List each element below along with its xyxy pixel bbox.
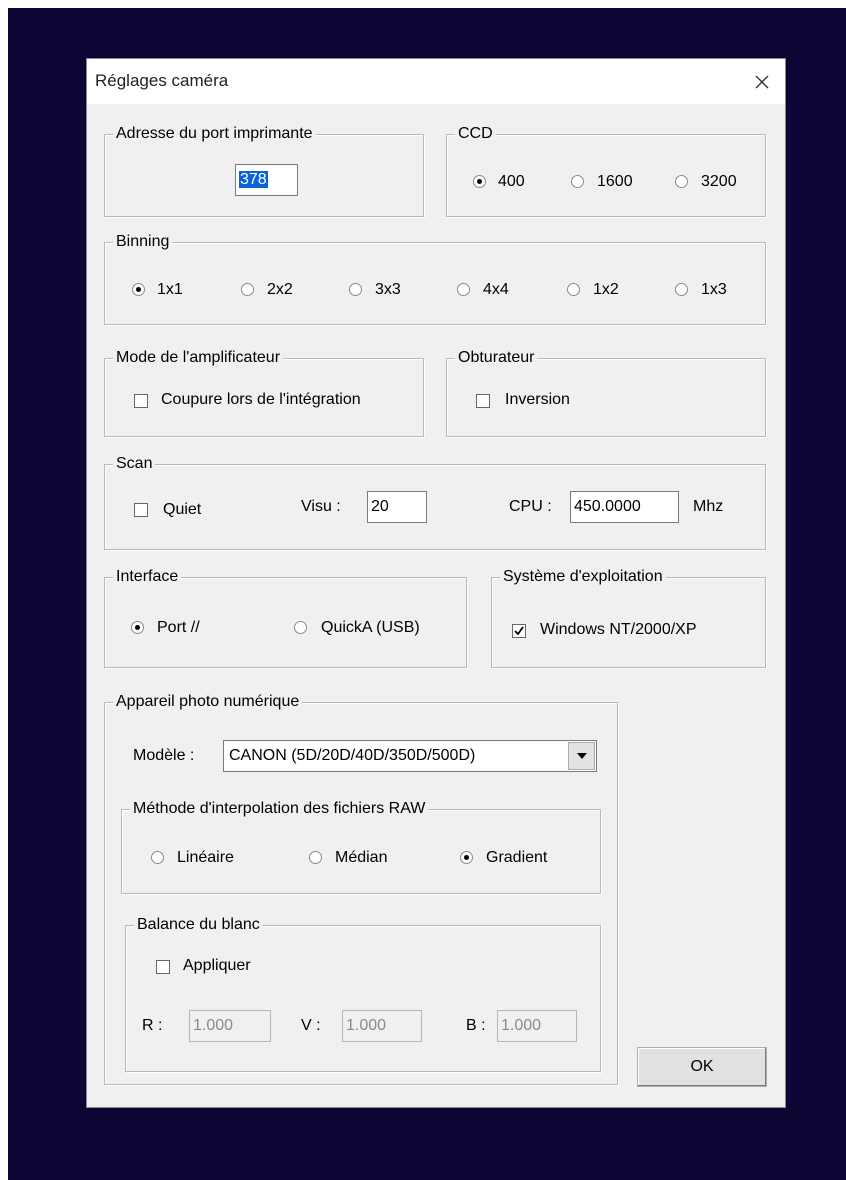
camera-model-select[interactable]: CANON (5D/20D/40D/350D/500D) [223,740,597,772]
wb-v-value: 1.000 [346,1017,387,1034]
wb-b-label: B : [466,1017,486,1034]
shutter-inversion-checkbox[interactable] [476,394,490,408]
binning-label-2x2: 2x2 [267,281,293,298]
amplifier-cut-checkbox[interactable] [134,394,148,408]
interface-label-port: Port // [157,619,200,636]
interp-label-lineaire: Linéaire [177,849,234,866]
scan-group: Scan Quiet Visu : 20 CPU : 450.0000 Mhz [104,454,766,550]
interface-label-usb: QuickA (USB) [321,619,420,636]
scan-visu-label: Visu : [301,498,341,515]
wb-r-input[interactable]: 1.000 [189,1010,271,1042]
scan-quiet-checkbox[interactable] [134,503,148,517]
scan-cpu-input[interactable]: 450.0000 [570,491,679,523]
binning-label-3x3: 3x3 [375,281,401,298]
interp-label-median: Médian [335,849,388,866]
amplifier-cut-label: Coupure lors de l'intégration [161,391,361,408]
interp-radio-gradient[interactable] [460,851,473,864]
interface-group: Interface Port // QuickA (USB) [104,567,467,668]
os-legend: Système d'exploitation [500,567,666,587]
close-icon [755,75,769,88]
scan-legend: Scan [113,454,156,474]
camera-model-label: Modèle : [133,747,195,764]
binning-radio-4x4[interactable] [457,283,470,296]
shutter-group: Obturateur Inversion [446,348,766,437]
ccd-legend: CCD [455,124,496,144]
wb-r-label: R : [142,1017,163,1034]
wb-v-label: V : [301,1017,321,1034]
printer-port-group: Adresse du port imprimante 378 [104,124,424,217]
os-group: Système d'exploitation Windows NT/2000/X… [491,567,766,668]
camera-settings-dialog: Réglages caméra Adresse du port impriman… [86,58,786,1108]
shutter-legend: Obturateur [455,348,538,368]
ccd-group: CCD 400 1600 3200 [446,124,766,217]
binning-radio-2x2[interactable] [241,283,254,296]
scan-visu-input[interactable]: 20 [367,491,427,523]
wb-b-value: 1.000 [501,1017,542,1034]
raw-interpolation-legend: Méthode d'interpolation des fichiers RAW [130,799,429,819]
ccd-radio-1600[interactable] [571,175,584,188]
scan-quiet-label: Quiet [163,501,202,518]
binning-label-4x4: 4x4 [483,281,509,298]
ccd-label-1600: 1600 [597,173,633,190]
digital-camera-group: Appareil photo numérique Modèle : CANON … [104,692,618,1085]
ok-button[interactable]: OK [637,1047,767,1087]
interp-label-gradient: Gradient [486,849,548,866]
chevron-down-icon [576,753,587,759]
binning-radio-3x3[interactable] [349,283,362,296]
os-windows-label: Windows NT/2000/XP [540,621,697,638]
window-title: Réglages caméra [95,71,229,90]
binning-label-1x3: 1x3 [701,281,727,298]
camera-model-value: CANON (5D/20D/40D/350D/500D) [229,747,476,764]
scan-cpu-value: 450.0000 [574,498,641,515]
shutter-inversion-label: Inversion [505,391,570,408]
scan-cpu-label: CPU : [509,498,552,515]
binning-legend: Binning [113,232,173,252]
ccd-radio-400[interactable] [473,175,486,188]
wb-r-value: 1.000 [193,1017,234,1034]
binning-radio-1x3[interactable] [675,283,688,296]
white-balance-apply-label: Appliquer [183,957,251,974]
raw-interpolation-group: Méthode d'interpolation des fichiers RAW… [121,799,601,894]
binning-group: Binning 1x1 2x2 3x3 4x4 1x2 1x3 [104,232,766,325]
wb-b-input[interactable]: 1.000 [497,1010,577,1042]
interp-radio-lineaire[interactable] [151,851,164,864]
ccd-label-400: 400 [498,173,525,190]
amplifier-mode-legend: Mode de l'amplificateur [113,348,284,368]
model-dropdown-button[interactable] [568,742,595,770]
interface-legend: Interface [113,567,182,587]
ccd-label-3200: 3200 [701,173,737,190]
white-balance-legend: Balance du blanc [134,915,263,935]
interp-radio-median[interactable] [309,851,322,864]
binning-label-1x1: 1x1 [157,281,183,298]
digital-camera-legend: Appareil photo numérique [113,692,303,712]
white-balance-group: Balance du blanc Appliquer R : 1.000 V :… [125,915,601,1072]
binning-radio-1x2[interactable] [567,283,580,296]
title-bar: Réglages caméra [87,59,785,104]
printer-port-legend: Adresse du port imprimante [113,124,316,144]
os-windows-checkbox[interactable] [512,624,526,638]
white-balance-apply-checkbox[interactable] [156,960,170,974]
amplifier-mode-group: Mode de l'amplificateur Coupure lors de … [104,348,424,437]
printer-port-input[interactable]: 378 [235,164,298,196]
close-button[interactable] [739,59,785,104]
ccd-radio-3200[interactable] [675,175,688,188]
interface-radio-port[interactable] [131,621,144,634]
checkmark-icon [514,626,524,636]
binning-label-1x2: 1x2 [593,281,619,298]
binning-radio-1x1[interactable] [132,283,145,296]
interface-radio-usb[interactable] [294,621,307,634]
scan-cpu-unit: Mhz [693,498,724,515]
scan-visu-value: 20 [371,498,389,515]
wb-v-input[interactable]: 1.000 [342,1010,422,1042]
printer-port-value: 378 [239,171,268,188]
